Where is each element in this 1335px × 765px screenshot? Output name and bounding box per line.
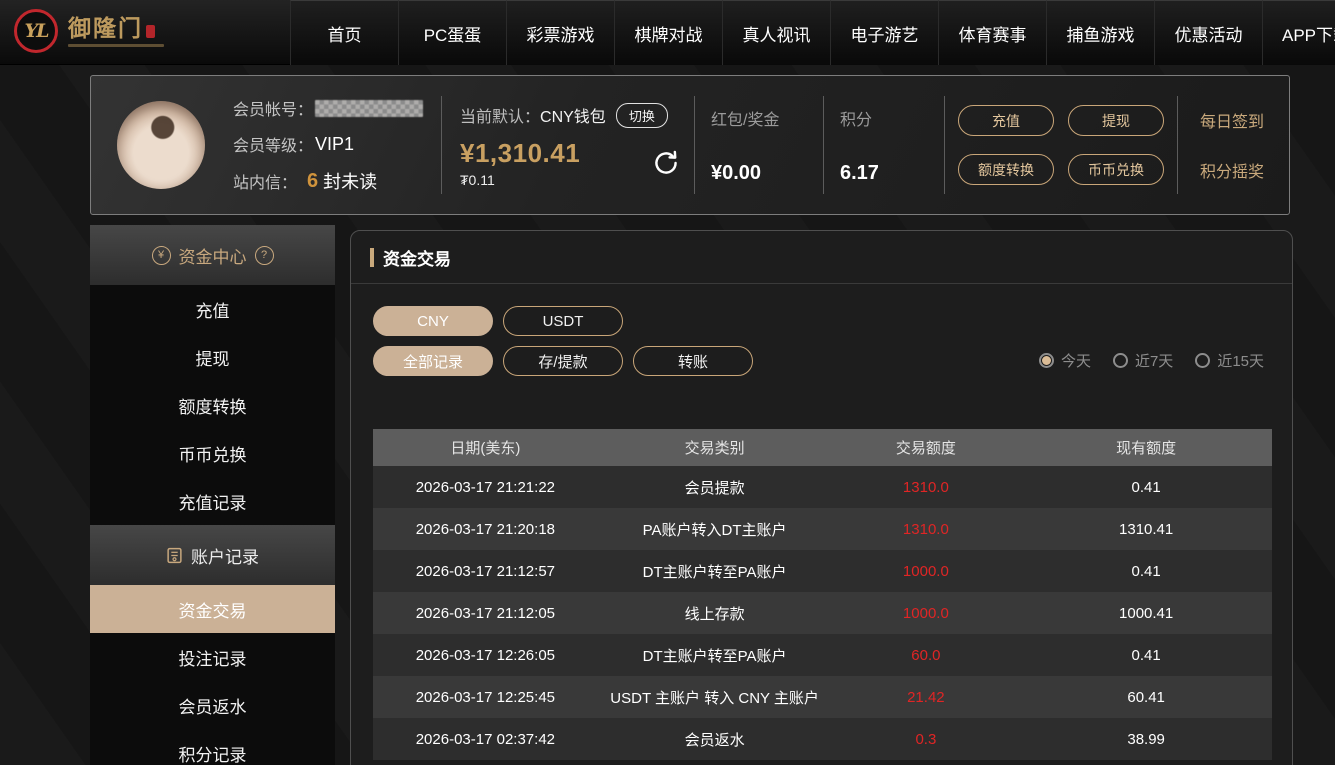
- nav-item-home[interactable]: 首页: [290, 0, 398, 65]
- header-balance: 现有额度: [1020, 429, 1272, 466]
- nav-item-lottery[interactable]: 彩票游戏: [506, 0, 614, 65]
- switch-wallet-button[interactable]: 切换: [616, 103, 668, 128]
- inbox-label: 站内信：: [233, 169, 297, 193]
- seal-icon: [146, 25, 155, 38]
- wallet-section: 当前默认： CNY钱包 切换 ¥1,310.41 ₮0.11: [442, 103, 694, 188]
- help-icon[interactable]: ?: [255, 246, 274, 265]
- unread-count[interactable]: 6: [307, 170, 318, 193]
- table-header-row: 日期(美东) 交易类别 交易额度 现有额度: [373, 429, 1272, 466]
- sidebar-section-account-records: 账户记录: [90, 525, 335, 585]
- user-summary-panel: 会员帐号： 会员等级： VIP1 站内信： 6 封未读 当前默认： CNY钱包 …: [90, 75, 1290, 215]
- user-info: 会员帐号： 会员等级： VIP1 站内信： 6 封未读: [233, 96, 441, 194]
- sidebar-item-withdraw[interactable]: 提现: [90, 333, 335, 381]
- refresh-balance-icon[interactable]: [652, 149, 680, 182]
- sidebar-item-coin-exchange[interactable]: 币币兑换: [90, 429, 335, 477]
- brand-logo[interactable]: YL 御隆门: [14, 9, 164, 53]
- deposit-button[interactable]: 充值: [958, 105, 1054, 136]
- date-filter-group: 今天 近7天 近15天: [1039, 350, 1264, 371]
- sidebar-item-quota-transfer[interactable]: 额度转换: [90, 381, 335, 429]
- main-menu: 首页 PC蛋蛋 彩票游戏 棋牌对战 真人视讯 电子游艺 体育赛事 捕鱼游戏 优惠…: [290, 0, 1335, 65]
- sidebar-item-betting-records[interactable]: 投注记录: [90, 633, 335, 681]
- daily-checkin-link[interactable]: 每日签到: [1200, 108, 1264, 132]
- default-wallet-label: 当前默认：: [460, 103, 540, 127]
- top-nav: YL 御隆门 首页 PC蛋蛋 彩票游戏 棋牌对战 真人视讯 电子游艺 体育赛事 …: [0, 0, 1335, 65]
- avatar: [117, 101, 205, 189]
- nav-item-pc-dandan[interactable]: PC蛋蛋: [398, 0, 506, 65]
- unread-suffix[interactable]: 封未读: [323, 168, 377, 194]
- nav-item-promotions[interactable]: 优惠活动: [1154, 0, 1262, 65]
- table-row: 2026-03-17 12:25:45 USDT 主账户 转入 CNY 主账户 …: [373, 676, 1272, 718]
- header-date: 日期(美东): [373, 429, 598, 466]
- nav-item-app-download[interactable]: APP下载: [1262, 0, 1335, 65]
- radio-circle-icon: [1039, 353, 1054, 368]
- title-accent-bar: [370, 248, 374, 267]
- table-row: 2026-03-17 21:12:57 DT主账户转至PA账户 1000.0 0…: [373, 550, 1272, 592]
- table-row: 2026-03-17 12:26:05 DT主账户转至PA账户 60.0 0.4…: [373, 634, 1272, 676]
- nav-item-fishing[interactable]: 捕鱼游戏: [1046, 0, 1154, 65]
- quick-links: 每日签到 积分摇奖: [1178, 108, 1286, 182]
- tab-deposit-withdraw[interactable]: 存/提款: [503, 346, 623, 376]
- table-row: 2026-03-17 21:12:05 线上存款 1000.0 1000.41: [373, 592, 1272, 634]
- radio-circle-icon: [1195, 353, 1210, 368]
- quota-transfer-button[interactable]: 额度转换: [958, 154, 1054, 185]
- nav-item-live-casino[interactable]: 真人视讯: [722, 0, 830, 65]
- sidebar-item-member-rebate[interactable]: 会员返水: [90, 681, 335, 729]
- sidebar-item-deposit-records[interactable]: 充值记录: [90, 477, 335, 525]
- withdraw-button[interactable]: 提现: [1068, 105, 1164, 136]
- page-title: 资金交易: [383, 245, 451, 270]
- account-number-redacted: [315, 100, 423, 117]
- sidebar-item-deposit[interactable]: 充值: [90, 285, 335, 333]
- brand-subtitle-line: [68, 44, 164, 47]
- nav-item-board-games[interactable]: 棋牌对战: [614, 0, 722, 65]
- radio-today[interactable]: 今天: [1039, 350, 1091, 371]
- bonus-value: ¥0.00: [711, 162, 823, 185]
- table-row: 2026-03-17 21:21:22 会员提款 1310.0 0.41: [373, 466, 1272, 508]
- points-label: 积分: [840, 106, 944, 130]
- radio-circle-icon: [1113, 353, 1128, 368]
- sidebar: ¥ 资金中心 ? 充值 提现 额度转换 币币兑换 充值记录 账户记录 资金交易 …: [90, 225, 335, 765]
- nav-item-slots[interactable]: 电子游艺: [830, 0, 938, 65]
- dragon-logo-icon: YL: [14, 9, 58, 53]
- fund-transactions-panel: 资金交易 CNY USDT 全部记录 存/提款 转账 今天 近7天 近15天: [350, 230, 1293, 765]
- tab-usdt[interactable]: USDT: [503, 306, 623, 336]
- bonus-label: 红包/奖金: [711, 106, 823, 130]
- sidebar-section-funds-center: ¥ 资金中心 ?: [90, 225, 335, 285]
- sidebar-item-fund-transactions[interactable]: 资金交易: [90, 585, 335, 633]
- coin-exchange-button[interactable]: 币币兑换: [1068, 154, 1164, 185]
- account-label: 会员帐号：: [233, 96, 313, 120]
- ledger-icon: [166, 547, 183, 564]
- sidebar-item-points-records[interactable]: 积分记录: [90, 729, 335, 765]
- points-lottery-link[interactable]: 积分摇奖: [1200, 158, 1264, 182]
- header-category: 交易类别: [598, 429, 832, 466]
- brand-name: 御隆门: [68, 16, 143, 40]
- wallet-name: CNY钱包: [540, 103, 606, 127]
- header-amount: 交易额度: [831, 429, 1020, 466]
- points-section: 积分 6.17: [824, 106, 944, 185]
- points-value: 6.17: [840, 162, 944, 185]
- filters: CNY USDT 全部记录 存/提款 转账 今天 近7天 近15天: [351, 284, 1292, 376]
- table-row: 2026-03-17 02:37:42 会员返水 0.3 38.99: [373, 718, 1272, 760]
- wallet-actions: 充值 提现 额度转换 币币兑换: [945, 105, 1177, 185]
- tab-all-records[interactable]: 全部记录: [373, 346, 493, 376]
- vip-level: VIP1: [315, 134, 354, 155]
- bonus-section: 红包/奖金 ¥0.00: [695, 106, 823, 185]
- level-label: 会员等级：: [233, 132, 313, 156]
- yen-circle-icon: ¥: [152, 246, 171, 265]
- radio-last-7-days[interactable]: 近7天: [1113, 350, 1173, 371]
- currency-tabs: CNY USDT: [373, 306, 1292, 336]
- transactions-table: 日期(美东) 交易类别 交易额度 现有额度 2026-03-17 21:21:2…: [373, 429, 1272, 760]
- radio-last-15-days[interactable]: 近15天: [1195, 350, 1264, 371]
- table-row: 2026-03-17 21:20:18 PA账户转入DT主账户 1310.0 1…: [373, 508, 1272, 550]
- tab-cny[interactable]: CNY: [373, 306, 493, 336]
- nav-item-sports[interactable]: 体育赛事: [938, 0, 1046, 65]
- tab-transfer[interactable]: 转账: [633, 346, 753, 376]
- panel-title-row: 资金交易: [351, 231, 1292, 284]
